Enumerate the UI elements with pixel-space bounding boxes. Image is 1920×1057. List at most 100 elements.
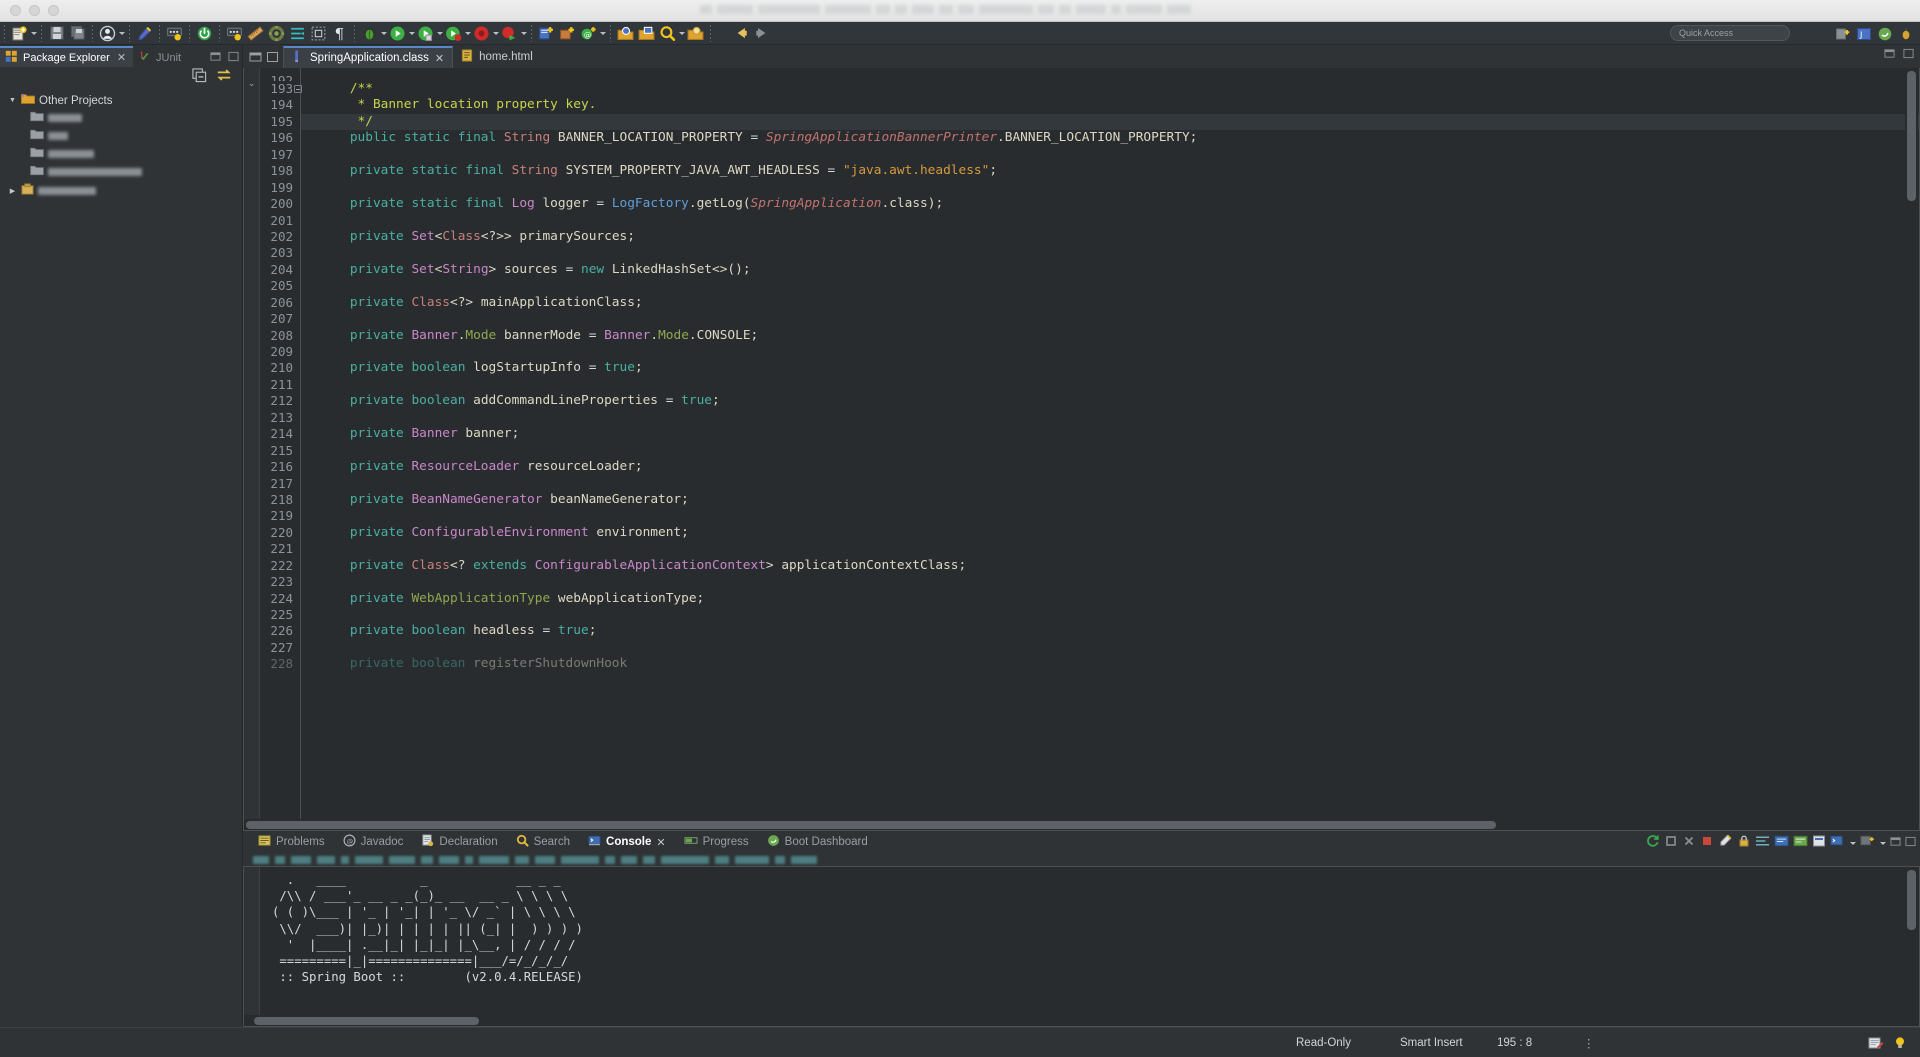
- run-dropdown-icon[interactable]: [408, 24, 415, 43]
- run-coverage-icon[interactable]: [416, 24, 435, 43]
- stop-red-icon[interactable]: [500, 24, 519, 43]
- tab-progress[interactable]: Progress: [675, 831, 758, 853]
- tab-springapplication-class[interactable]: SpringApplication.class ✕: [283, 46, 454, 68]
- show-console-icon[interactable]: [1774, 834, 1789, 853]
- new-class-icon[interactable]: [558, 24, 577, 43]
- new-console-icon[interactable]: [1860, 834, 1875, 853]
- record-icon[interactable]: [472, 24, 491, 43]
- code-line[interactable]: private static final Log logger = LogFac…: [319, 196, 1919, 212]
- quick-access-input[interactable]: Quick Access: [1670, 25, 1790, 41]
- pilcrow-icon[interactable]: ¶: [330, 24, 349, 43]
- source-code[interactable]: /** * Banner location property key. */ p…: [301, 68, 1919, 830]
- marker-bar[interactable]: ⌄: [244, 68, 260, 830]
- maximize-icon[interactable]: [1903, 46, 1914, 64]
- code-line[interactable]: [319, 443, 1919, 459]
- code-line[interactable]: [319, 476, 1919, 492]
- maximize-view-icon[interactable]: [266, 50, 280, 64]
- display-selected-icon[interactable]: [1812, 834, 1826, 853]
- code-line[interactable]: private boolean addCommandLineProperties…: [319, 393, 1919, 409]
- insert-mode-status[interactable]: Smart Insert: [1400, 1037, 1463, 1049]
- terminal-icon[interactable]: [165, 24, 184, 43]
- clear-console-icon[interactable]: [1718, 833, 1733, 853]
- perspective-add-icon[interactable]: [1833, 24, 1852, 43]
- search-dropdown-icon[interactable]: [678, 24, 685, 43]
- tree-item[interactable]: [0, 147, 242, 160]
- code-line[interactable]: * Banner location property key.: [319, 97, 1919, 113]
- tree-item[interactable]: [0, 129, 242, 142]
- terminate-all-icon[interactable]: [1664, 834, 1678, 853]
- code-line[interactable]: public static final String BANNER_LOCATI…: [319, 130, 1919, 146]
- code-line[interactable]: private Class<? extends ConfigurableAppl…: [319, 558, 1919, 574]
- zoom-button[interactable]: [48, 5, 59, 16]
- code-line[interactable]: [319, 180, 1919, 196]
- fold-toggle-icon[interactable]: [294, 85, 302, 93]
- tree-node-other-projects[interactable]: ▼ Other Projects: [0, 94, 242, 107]
- tab-console[interactable]: Console ✕: [579, 831, 675, 853]
- record-dropdown-icon[interactable]: [492, 24, 499, 43]
- tree-item[interactable]: ▶: [0, 183, 242, 197]
- tab-boot-dashboard[interactable]: Boot Dashboard: [758, 831, 877, 853]
- forward-arrow-icon[interactable]: [752, 24, 771, 43]
- scrollbar-thumb[interactable]: [1907, 71, 1916, 201]
- new-console-dropdown-icon[interactable]: [1879, 834, 1886, 853]
- code-line[interactable]: private Set<String> sources = new Linked…: [319, 262, 1919, 278]
- search-icon[interactable]: [658, 24, 677, 43]
- code-line[interactable]: private ResourceLoader resourceLoader;: [319, 459, 1919, 475]
- code-line[interactable]: private ConfigurableEnvironment environm…: [319, 525, 1919, 541]
- collapse-arrow-icon[interactable]: ▶: [8, 187, 17, 195]
- code-line[interactable]: [319, 344, 1919, 360]
- remove-launch-icon[interactable]: [1682, 834, 1696, 853]
- close-button[interactable]: [10, 5, 21, 16]
- new-dropdown-icon[interactable]: [599, 24, 606, 43]
- user-dropdown-icon[interactable]: [118, 24, 125, 43]
- stop-dropdown-icon[interactable]: [520, 24, 527, 43]
- external-dropdown-icon[interactable]: [464, 24, 471, 43]
- close-icon[interactable]: ✕: [435, 52, 444, 65]
- save-all-icon[interactable]: [68, 24, 87, 43]
- tab-problems[interactable]: Problems: [249, 831, 334, 853]
- run-icon[interactable]: [388, 24, 407, 43]
- coverage-dropdown-icon[interactable]: [436, 24, 443, 43]
- remove-all-icon[interactable]: [1700, 834, 1714, 853]
- code-line[interactable]: [319, 278, 1919, 294]
- pin-console-icon[interactable]: [1793, 834, 1808, 853]
- tip-bulb-icon[interactable]: [1892, 1035, 1908, 1054]
- tab-declaration[interactable]: Declaration: [412, 831, 506, 853]
- restore-view-icon[interactable]: [249, 50, 263, 64]
- close-icon[interactable]: ✕: [117, 51, 126, 64]
- lock-scroll-icon[interactable]: [1737, 834, 1751, 853]
- code-line[interactable]: [319, 508, 1919, 524]
- editor-vertical-scrollbar[interactable]: [1905, 69, 1918, 829]
- ruler-icon[interactable]: [246, 24, 265, 43]
- grid-icon[interactable]: [309, 24, 328, 43]
- code-line[interactable]: [319, 640, 1919, 656]
- minimize-button[interactable]: [29, 5, 40, 16]
- tab-javadoc[interactable]: @ Javadoc: [334, 831, 413, 853]
- tab-junit[interactable]: JUnit: [133, 46, 188, 67]
- code-line[interactable]: [319, 377, 1919, 393]
- format-icon[interactable]: [288, 24, 307, 43]
- traffic-lights[interactable]: [0, 5, 59, 16]
- open-task-icon[interactable]: [637, 24, 656, 43]
- code-line[interactable]: [319, 245, 1919, 261]
- tree-item[interactable]: [0, 165, 242, 178]
- power-icon[interactable]: [195, 24, 214, 43]
- debug-bug-icon[interactable]: [360, 24, 379, 43]
- tab-search[interactable]: Search: [507, 831, 579, 853]
- scrollbar-thumb[interactable]: [254, 1017, 479, 1025]
- word-wrap-icon[interactable]: [1755, 834, 1770, 853]
- kebab-menu-icon[interactable]: ⋮: [1583, 1036, 1596, 1050]
- console-output-area[interactable]: . ____ _ __ _ _ /\\ / ___'_ __ _ _(_)_ _…: [243, 866, 1920, 1027]
- tab-package-explorer[interactable]: Package Explorer ✕: [0, 46, 134, 67]
- new-annotation-icon[interactable]: @: [579, 24, 598, 43]
- code-line[interactable]: [319, 574, 1919, 590]
- link-icon[interactable]: [135, 24, 154, 43]
- code-line[interactable]: [319, 607, 1919, 623]
- open-console-dropdown-icon[interactable]: [1849, 834, 1856, 853]
- scrollbar-thumb[interactable]: [1907, 870, 1916, 930]
- tree-item[interactable]: [0, 111, 242, 124]
- code-line[interactable]: private WebApplicationType webApplicatio…: [319, 591, 1919, 607]
- console-vertical-scrollbar[interactable]: [1905, 868, 1918, 1014]
- editor-horizontal-scrollbar[interactable]: [244, 819, 1905, 830]
- minimize-icon[interactable]: [210, 49, 221, 61]
